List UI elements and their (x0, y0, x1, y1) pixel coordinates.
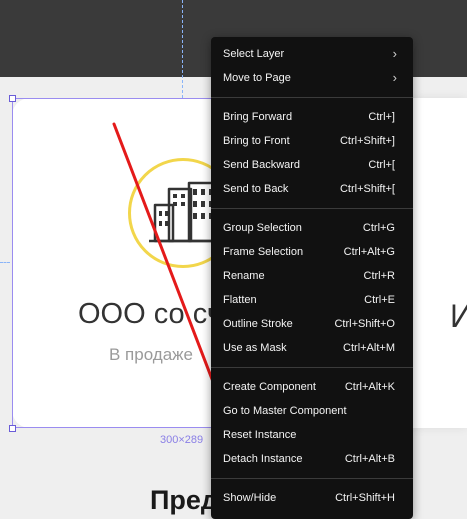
menu-item-use-as-mask[interactable]: Use as Mask Ctrl+Alt+M (223, 339, 395, 357)
menu-item-shortcut: Ctrl+Alt+K (344, 381, 395, 393)
menu-item-label: Show/Hide (223, 492, 277, 504)
menu-item-shortcut: Ctrl+E (364, 294, 395, 306)
menu-item-label: Bring Forward (223, 111, 293, 123)
menu-item-label: Move to Page (223, 72, 291, 84)
menu-item-label: Select Layer (223, 48, 285, 60)
adjacent-card-title: И (450, 298, 467, 334)
menu-item-shortcut: Ctrl+] (368, 111, 395, 123)
menu-item-label: Group Selection (223, 222, 302, 234)
menu-item-reset-instance[interactable]: Reset Instance (223, 426, 395, 444)
menu-item-go-to-master-component[interactable]: Go to Master Component (223, 402, 395, 420)
menu-item-label: Bring to Front (223, 135, 290, 147)
menu-item-shortcut: Ctrl+[ (368, 159, 395, 171)
menu-item-create-component[interactable]: Create Component Ctrl+Alt+K (223, 378, 395, 396)
menu-item-label: Use as Mask (223, 342, 287, 354)
company-title: ООО со сч (78, 298, 223, 330)
menu-item-show-hide[interactable]: Show/Hide Ctrl+Shift+H (223, 489, 395, 507)
menu-item-shortcut: Ctrl+R (363, 270, 395, 282)
menu-item-send-to-back[interactable]: Send to Back Ctrl+Shift+[ (223, 180, 395, 198)
layout-guide-horizontal (0, 262, 10, 263)
chevron-right-icon: › (392, 70, 397, 85)
menu-divider (211, 478, 413, 479)
context-menu: Select Layer › Move to Page › Bring Forw… (211, 37, 413, 519)
menu-item-shortcut: Ctrl+Shift+H (335, 492, 395, 504)
menu-divider (211, 208, 413, 209)
resize-handle-bottom-left[interactable] (9, 425, 16, 432)
frame-size-label: 300×289 (160, 434, 204, 446)
layout-guide-vertical (182, 0, 183, 98)
resize-handle-top-left[interactable] (9, 95, 16, 102)
menu-item-label: Rename (223, 270, 265, 282)
menu-item-bring-forward[interactable]: Bring Forward Ctrl+] (223, 108, 395, 126)
menu-item-group-selection[interactable]: Group Selection Ctrl+G (223, 219, 395, 237)
menu-item-shortcut: Ctrl+Alt+B (344, 453, 395, 465)
menu-item-label: Send Backward (223, 159, 301, 171)
menu-item-shortcut: Ctrl+Shift+O (334, 318, 395, 330)
menu-item-label: Outline Stroke (223, 318, 293, 330)
menu-item-bring-to-front[interactable]: Bring to Front Ctrl+Shift+] (223, 132, 395, 150)
menu-item-flatten[interactable]: Flatten Ctrl+E (223, 291, 395, 309)
menu-item-label: Send to Back (223, 183, 289, 195)
menu-item-select-layer[interactable]: Select Layer › (223, 45, 397, 63)
menu-item-detach-instance[interactable]: Detach Instance Ctrl+Alt+B (223, 450, 395, 468)
menu-item-label: Flatten (223, 294, 257, 306)
chevron-right-icon: › (392, 46, 397, 61)
menu-divider (211, 97, 413, 98)
menu-item-send-backward[interactable]: Send Backward Ctrl+[ (223, 156, 395, 174)
menu-divider (211, 367, 413, 368)
company-subtitle: В продаже (109, 345, 194, 364)
menu-item-outline-stroke[interactable]: Outline Stroke Ctrl+Shift+O (223, 315, 395, 333)
menu-item-move-to-page[interactable]: Move to Page › (223, 69, 397, 87)
menu-item-label: Create Component (223, 381, 316, 393)
menu-item-shortcut: Ctrl+Alt+M (343, 342, 395, 354)
menu-item-shortcut: Ctrl+Alt+G (343, 246, 395, 258)
menu-item-shortcut: Ctrl+Shift+] (339, 135, 395, 147)
menu-item-shortcut: Ctrl+G (362, 222, 395, 234)
menu-item-frame-selection[interactable]: Frame Selection Ctrl+Alt+G (223, 243, 395, 261)
menu-item-shortcut: Ctrl+Shift+[ (339, 183, 395, 195)
menu-item-label: Go to Master Component (223, 405, 347, 417)
menu-item-label: Frame Selection (223, 246, 304, 258)
menu-item-rename[interactable]: Rename Ctrl+R (223, 267, 395, 285)
menu-item-label: Reset Instance (223, 429, 297, 441)
menu-item-label: Detach Instance (223, 453, 303, 465)
